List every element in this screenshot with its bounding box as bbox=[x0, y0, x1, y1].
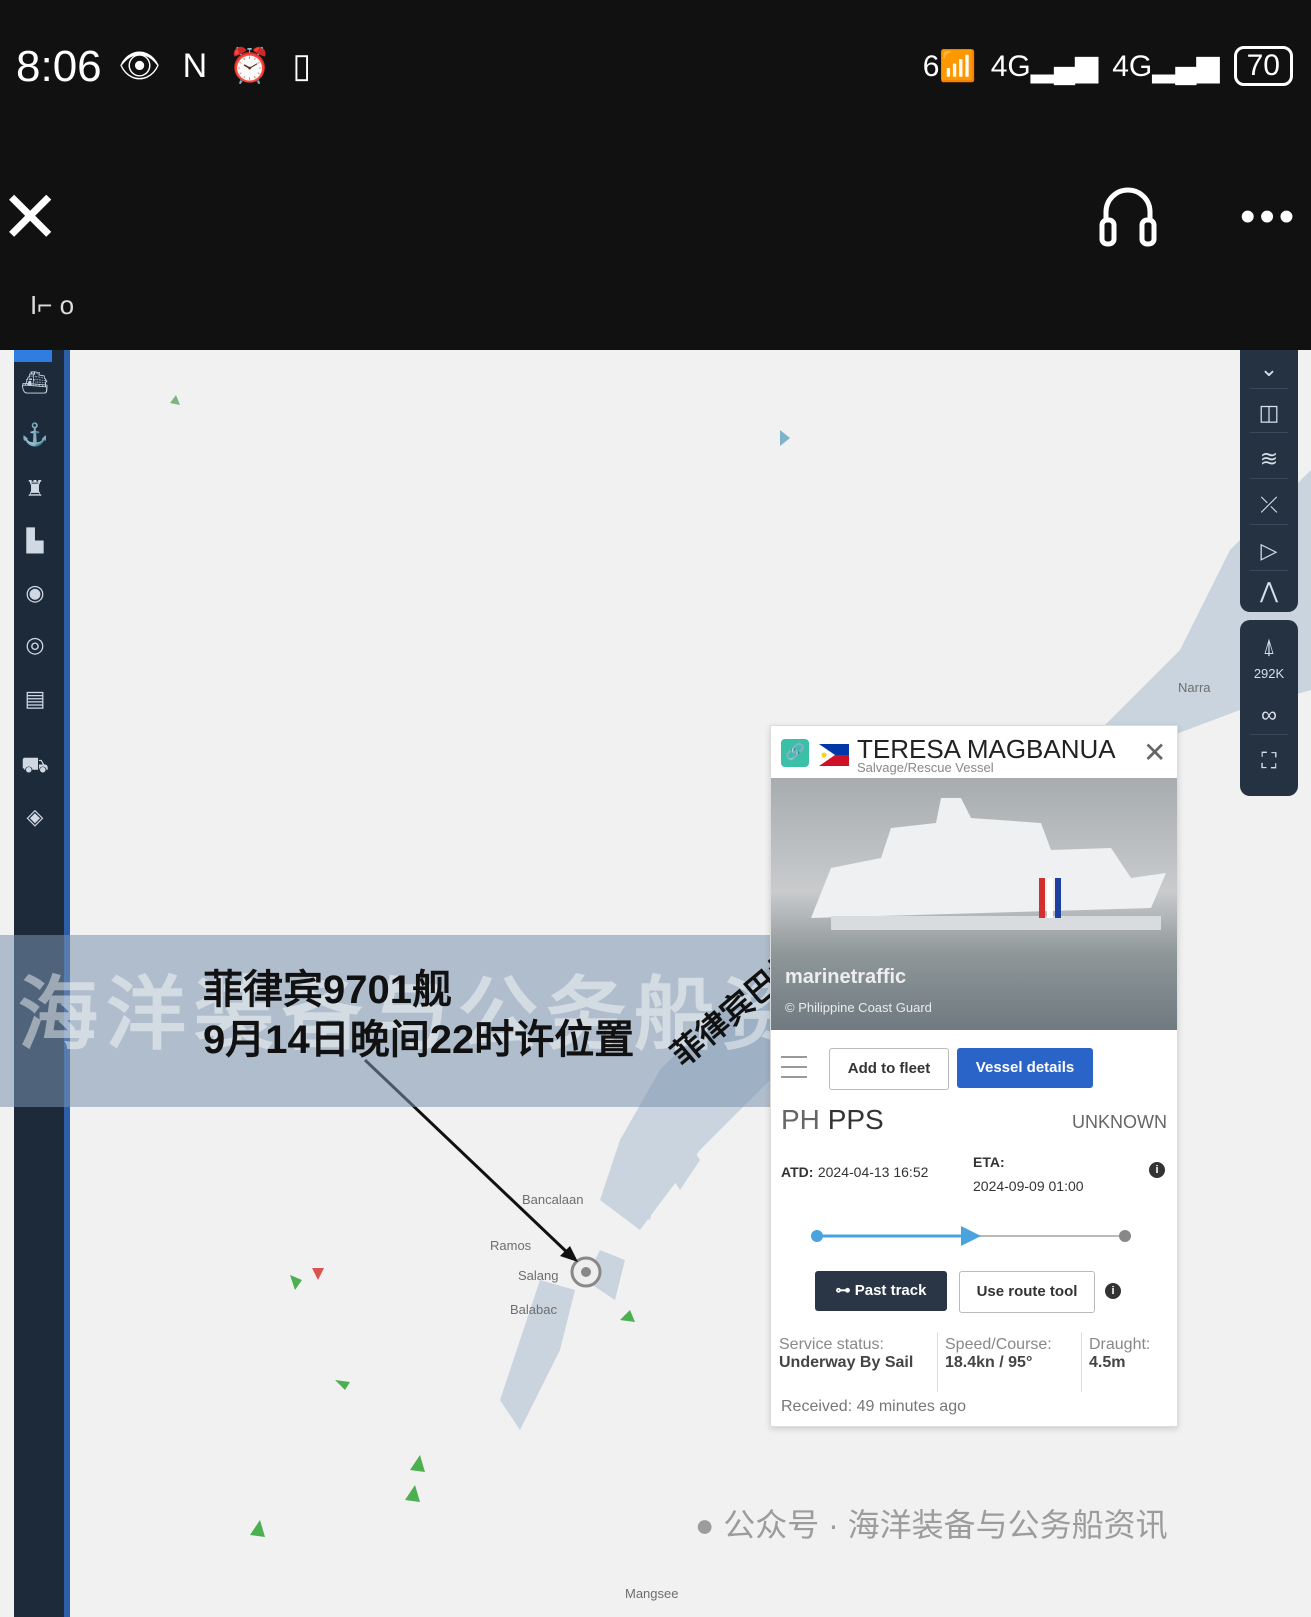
anchor-icon[interactable]: ⚓ bbox=[20, 420, 50, 450]
layers-icon[interactable]: ◫ bbox=[1250, 394, 1288, 433]
infinity-icon[interactable]: ∞ bbox=[1250, 696, 1288, 735]
vessel-photo: marinetraffic © Philippine Coast Guard bbox=[771, 778, 1177, 1030]
atd: ATD: 2024-04-13 16:52 bbox=[781, 1164, 928, 1182]
compass-icon[interactable]: ⍋ bbox=[1250, 628, 1288, 666]
building-icon[interactable]: ▙ bbox=[20, 526, 50, 556]
eta-value: 2024-09-09 01:00 bbox=[973, 1178, 1084, 1194]
close-icon[interactable]: ✕ bbox=[0, 182, 60, 254]
place-salang: Salang bbox=[518, 1268, 559, 1283]
map-view[interactable]: Narra Bancalaan Ramos Salang Balabac Man… bbox=[0, 350, 1311, 1617]
destination: UNKNOWN bbox=[1072, 1112, 1167, 1132]
vessel-marker[interactable] bbox=[620, 1310, 635, 1322]
received-time: Received: 49 minutes ago bbox=[781, 1398, 966, 1415]
vessel-type: Salvage/Rescue Vessel bbox=[857, 760, 994, 775]
place-mangsee: Mangsee bbox=[625, 1586, 679, 1601]
navigation-icon[interactable]: ⋀ bbox=[1250, 572, 1288, 610]
play-icon[interactable]: ▷ bbox=[1250, 532, 1288, 571]
cube-icon[interactable]: ◈ bbox=[20, 802, 50, 832]
vessel-marker[interactable] bbox=[780, 430, 790, 446]
add-to-fleet-button[interactable]: Add to fleet bbox=[829, 1048, 949, 1090]
target-icon[interactable]: ◎ bbox=[20, 630, 50, 660]
past-track-button[interactable]: ⊶ Past track bbox=[815, 1271, 947, 1311]
weather-icon[interactable]: ≋ bbox=[1250, 440, 1288, 479]
vessel-marker[interactable] bbox=[170, 395, 180, 405]
ship-icon[interactable]: ⛟ bbox=[20, 750, 50, 780]
link-icon[interactable]: 🔗 bbox=[781, 739, 809, 767]
use-route-tool-button[interactable]: Use route tool bbox=[959, 1271, 1095, 1313]
eta-label: ETA: bbox=[973, 1154, 1005, 1170]
zoom-label: 292K bbox=[1253, 666, 1285, 681]
place-bancalaan: Bancalaan bbox=[522, 1192, 584, 1207]
vessel-details-button[interactable]: Vessel details bbox=[957, 1048, 1093, 1088]
lighthouse-icon[interactable]: ♜ bbox=[20, 474, 50, 504]
signal-icon-1: 4G▂▄▆ bbox=[990, 49, 1099, 83]
info-icon[interactable]: i bbox=[1105, 1283, 1121, 1299]
annotation-line-2: 9月14日晚间22时许位置 bbox=[203, 1018, 635, 1062]
voyage-progress bbox=[811, 1226, 1131, 1246]
status-right: 6📶 4G▂▄▆ 4G▂▄▆ 70 bbox=[923, 46, 1293, 86]
menu-icon[interactable] bbox=[781, 1056, 807, 1078]
right-toolbar: ⌄ ◫ ≋ ⤫ ▷ ⋀ bbox=[1240, 350, 1298, 612]
table-icon[interactable]: ▤ bbox=[20, 684, 50, 714]
close-icon[interactable]: ✕ bbox=[1143, 736, 1166, 769]
headphones-icon[interactable] bbox=[1098, 178, 1158, 248]
flag-code: PH bbox=[781, 1104, 820, 1135]
route-ports: PH PPS bbox=[781, 1104, 884, 1136]
speed-course: Speed/Course: 18.4kn / 95° bbox=[945, 1336, 1052, 1371]
place-balabac: Balabac bbox=[510, 1302, 557, 1317]
atd-value: 2024-04-13 16:52 bbox=[817, 1164, 929, 1180]
wechat-icon: ● bbox=[695, 1507, 715, 1543]
clock: 8:06 bbox=[16, 42, 102, 91]
draught: Draught: 4.5m bbox=[1089, 1336, 1151, 1371]
status-icons: 👁 N ⏰ ▯ bbox=[118, 47, 318, 85]
vessel-marker[interactable] bbox=[250, 1520, 265, 1537]
measure-icon[interactable]: ⤫ bbox=[1250, 486, 1288, 525]
place-narra: Narra bbox=[1178, 680, 1211, 695]
wifi-icon: 6📶 bbox=[922, 49, 977, 83]
photo-credit: © Philippine Coast Guard bbox=[785, 1000, 932, 1015]
vessel-marker[interactable] bbox=[405, 1485, 420, 1502]
place-ramos: Ramos bbox=[490, 1238, 532, 1253]
atd-label: ATD: bbox=[781, 1164, 814, 1180]
service-status: Service status: Underway By Sail bbox=[779, 1336, 914, 1371]
more-icon[interactable]: ••• bbox=[1240, 192, 1298, 242]
toolbar-sub-icons[interactable]: I⌐ o bbox=[30, 290, 74, 321]
bottom-watermark: ● 公众号 · 海洋装备与公务船资讯 bbox=[695, 1507, 1168, 1543]
app-bar: ✕ ••• I⌐ o bbox=[0, 140, 1311, 350]
status-bar: 8:06 👁 N ⏰ ▯ 6📶 4G▂▄▆ 4G▂▄▆ 70 bbox=[0, 0, 1311, 140]
annotation-line-1: 菲律宾9701舰 bbox=[203, 968, 452, 1012]
signal-icon-2: 4G▂▄▆ bbox=[1112, 49, 1220, 83]
right-toolbar-2: ⍋ 292K ∞ ⛶ bbox=[1240, 620, 1298, 796]
vessel-marker[interactable] bbox=[312, 1268, 324, 1280]
annotation-text: 菲律宾9701舰 9月14日晚间22时许位置 bbox=[203, 965, 634, 1065]
photo-brand: marinetraffic bbox=[785, 966, 907, 988]
vessel-marker[interactable] bbox=[335, 1380, 350, 1390]
battery-icon: 70 bbox=[1233, 46, 1293, 86]
vessel-card: 🔗 TERESA MAGBANUA Salvage/Rescue Vessel … bbox=[770, 725, 1178, 1427]
vessel-marker[interactable] bbox=[410, 1455, 425, 1472]
signal-icon[interactable]: ◉ bbox=[20, 578, 50, 608]
philippines-flag-icon bbox=[819, 744, 849, 766]
vessel-icon[interactable]: ⛴ bbox=[20, 368, 50, 398]
info-icon[interactable]: i bbox=[1149, 1162, 1165, 1178]
vessel-marker[interactable] bbox=[290, 1275, 302, 1290]
chevron-icon[interactable]: ⌄ bbox=[1250, 350, 1288, 389]
departure-port: PPS bbox=[827, 1104, 884, 1135]
fullscreen-icon[interactable]: ⛶ bbox=[1250, 742, 1288, 780]
